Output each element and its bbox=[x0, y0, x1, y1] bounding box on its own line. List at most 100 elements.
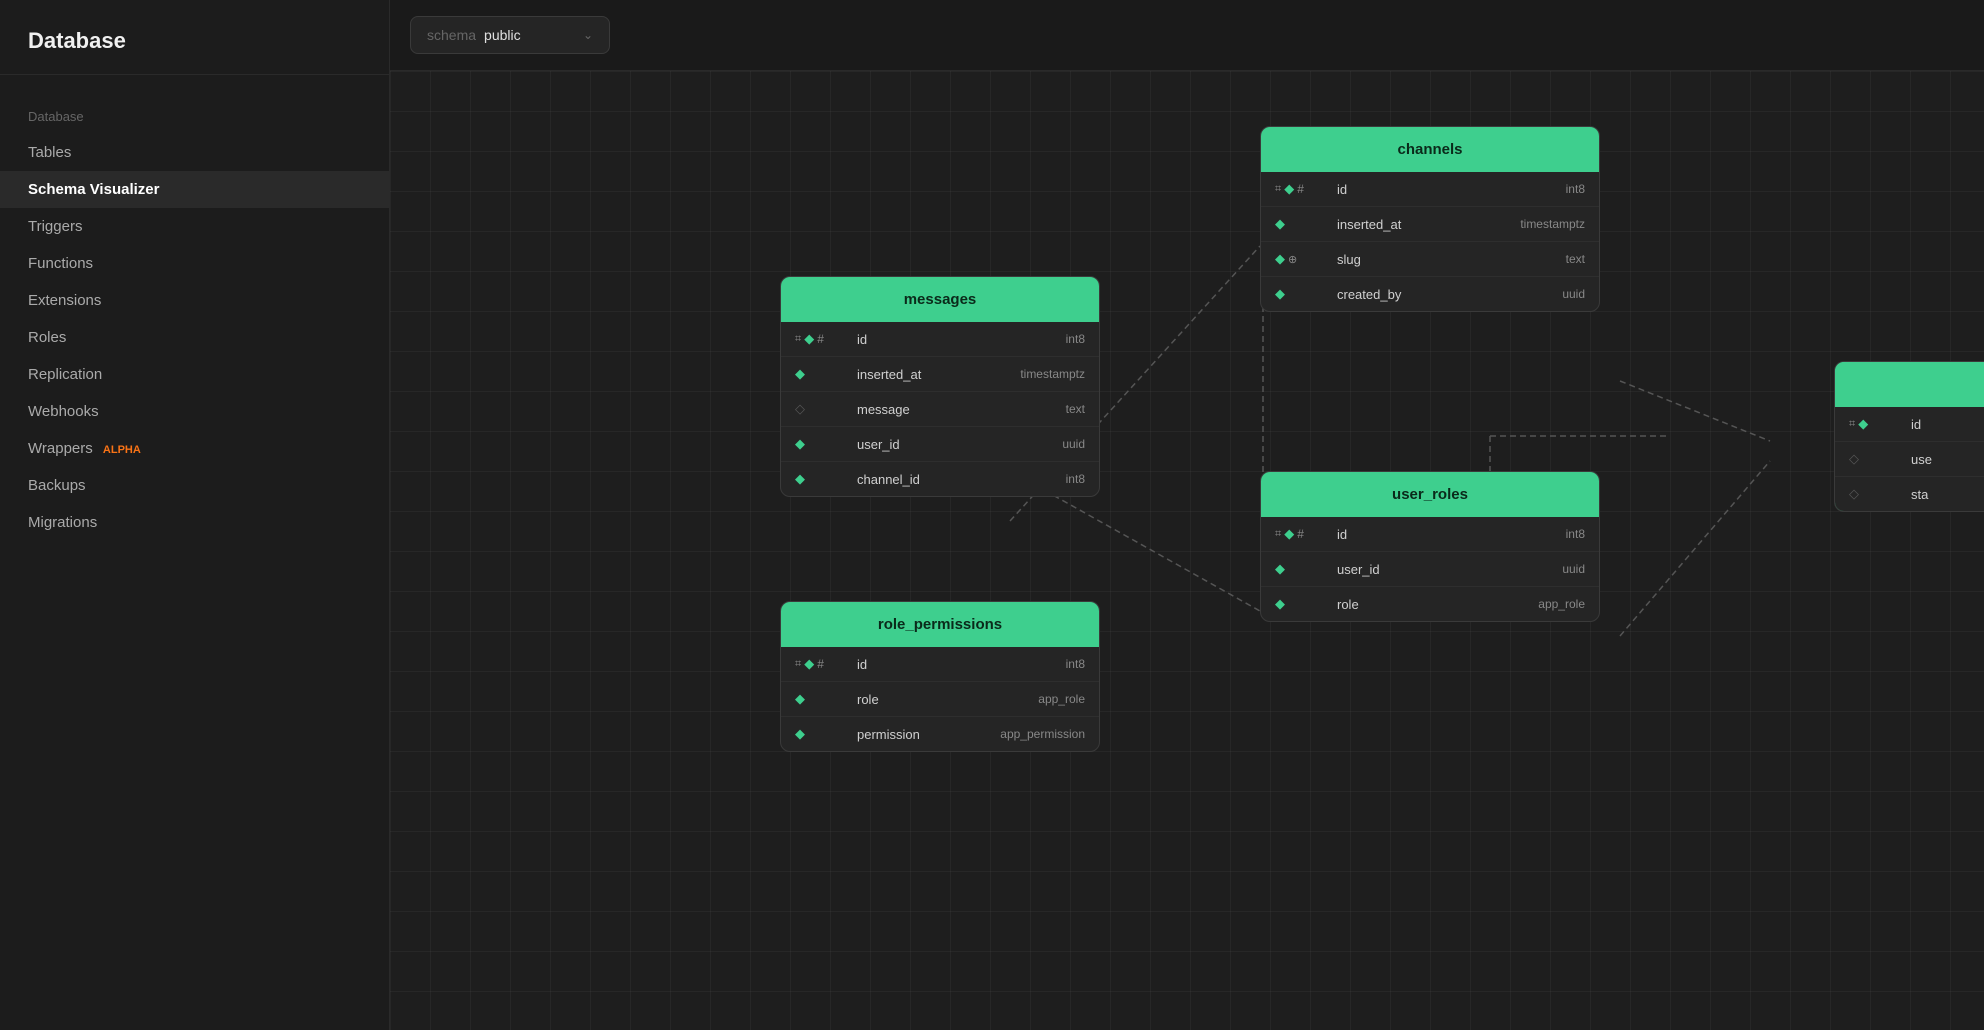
table-row: ⌗ ◆ # id int8 bbox=[1261, 517, 1599, 552]
field-type: uuid bbox=[1562, 562, 1585, 576]
chevron-down-icon: ⌄ bbox=[583, 28, 593, 42]
hash-icon: # bbox=[817, 332, 824, 346]
row-icons: ◆ bbox=[1275, 286, 1331, 302]
field-type: app_role bbox=[1538, 597, 1585, 611]
field-type: int8 bbox=[1066, 472, 1085, 486]
table-user-roles-header: user_roles bbox=[1261, 472, 1599, 517]
diamond-outline-icon: ◇ bbox=[795, 401, 805, 417]
field-type: text bbox=[1066, 402, 1085, 416]
row-icons: ◆ bbox=[1275, 561, 1331, 577]
sidebar-item-extensions[interactable]: Extensions bbox=[0, 282, 389, 319]
schema-canvas[interactable]: messages ⌗ ◆ # id int8 ◆ bbox=[390, 71, 1984, 1030]
table-role-permissions[interactable]: role_permissions ⌗ ◆ # id int8 ◆ bbox=[780, 601, 1100, 752]
row-icons: ◇ bbox=[1849, 451, 1905, 467]
table-user-roles[interactable]: user_roles ⌗ ◆ # id int8 ◆ bbox=[1260, 471, 1600, 622]
table-row: ◆ role app_role bbox=[781, 682, 1099, 717]
field-name: role bbox=[1337, 597, 1532, 612]
field-type: int8 bbox=[1066, 657, 1085, 671]
main-content: schema public ⌄ bbox=[390, 0, 1984, 1030]
field-name: id bbox=[1911, 417, 1970, 432]
field-name: permission bbox=[857, 727, 994, 742]
top-bar: schema public ⌄ bbox=[390, 0, 1984, 71]
diamond-filled-icon: ◆ bbox=[795, 471, 805, 487]
row-icons: ◆ bbox=[1275, 216, 1331, 232]
hash-icon: # bbox=[1297, 527, 1304, 541]
table-row: ◆ role app_role bbox=[1261, 587, 1599, 621]
field-name: role bbox=[857, 692, 1032, 707]
row-icons: ⌗ ◆ # bbox=[1275, 526, 1331, 542]
diamond-filled-icon: ◆ bbox=[804, 331, 814, 347]
field-type: int8 bbox=[1066, 332, 1085, 346]
sidebar-nav: Database Tables Schema Visualizer Trigge… bbox=[0, 75, 389, 557]
table-row: ◆ permission app_permission bbox=[781, 717, 1099, 751]
table-row: ◆ user_id uuid bbox=[781, 427, 1099, 462]
sidebar-item-webhooks[interactable]: Webhooks bbox=[0, 393, 389, 430]
sidebar-item-backups[interactable]: Backups bbox=[0, 467, 389, 504]
row-icons: ◆ bbox=[795, 726, 851, 742]
key-icon: ⌗ bbox=[1849, 418, 1855, 431]
diamond-filled-icon: ◆ bbox=[1284, 526, 1294, 542]
row-icons: ◆ bbox=[795, 471, 851, 487]
field-type: app_permission bbox=[1000, 727, 1085, 741]
row-icons: ◆ bbox=[795, 436, 851, 452]
field-type: timestamptz bbox=[1020, 367, 1085, 381]
field-name: message bbox=[857, 402, 1060, 417]
diamond-filled-icon: ◆ bbox=[1275, 286, 1285, 302]
sidebar-item-database: Database bbox=[0, 91, 389, 134]
diamond-outline-icon: ◇ bbox=[1849, 486, 1859, 502]
table-row: ⌗ ◆ # id int8 bbox=[1261, 172, 1599, 207]
row-icons: ◆ bbox=[795, 691, 851, 707]
field-type: timestamptz bbox=[1520, 217, 1585, 231]
table-row: ◆ user_id uuid bbox=[1261, 552, 1599, 587]
field-type: uuid bbox=[1562, 287, 1585, 301]
table-row: ⌗ ◆ id bbox=[1835, 407, 1984, 442]
fingerprint-icon: ⊕ bbox=[1288, 253, 1297, 266]
row-icons: ◇ bbox=[795, 401, 851, 417]
diamond-filled-icon: ◆ bbox=[1275, 596, 1285, 612]
diamond-filled-icon: ◆ bbox=[795, 691, 805, 707]
field-name: id bbox=[1337, 182, 1560, 197]
diamond-outline-icon: ◇ bbox=[1849, 451, 1859, 467]
diamond-filled-icon: ◆ bbox=[1275, 251, 1285, 267]
table-partial-right[interactable]: ⌗ ◆ id ◇ use ◇ bbox=[1834, 361, 1984, 512]
diamond-filled-icon: ◆ bbox=[1284, 181, 1294, 197]
field-type: text bbox=[1566, 252, 1585, 266]
field-type: app_role bbox=[1038, 692, 1085, 706]
sidebar-item-triggers[interactable]: Triggers bbox=[0, 208, 389, 245]
schema-value: public bbox=[484, 27, 575, 43]
row-icons: ⌗ ◆ bbox=[1849, 416, 1905, 432]
field-name: sta bbox=[1911, 487, 1970, 502]
sidebar-item-schema-visualizer[interactable]: Schema Visualizer bbox=[0, 171, 389, 208]
sidebar-item-roles[interactable]: Roles bbox=[0, 319, 389, 356]
schema-selector[interactable]: schema public ⌄ bbox=[410, 16, 610, 54]
sidebar: Database Database Tables Schema Visualiz… bbox=[0, 0, 390, 1030]
table-messages[interactable]: messages ⌗ ◆ # id int8 ◆ bbox=[780, 276, 1100, 497]
diamond-filled-icon: ◆ bbox=[804, 656, 814, 672]
table-row: ⌗ ◆ # id int8 bbox=[781, 647, 1099, 682]
table-role-permissions-header: role_permissions bbox=[781, 602, 1099, 647]
table-channels-header: channels bbox=[1261, 127, 1599, 172]
table-row: ◆ inserted_at timestamptz bbox=[781, 357, 1099, 392]
schema-label: schema bbox=[427, 27, 476, 43]
table-row: ◆ inserted_at timestamptz bbox=[1261, 207, 1599, 242]
sidebar-item-migrations[interactable]: Migrations bbox=[0, 504, 389, 541]
field-name: slug bbox=[1337, 252, 1560, 267]
field-name: channel_id bbox=[857, 472, 1060, 487]
key-icon: ⌗ bbox=[795, 658, 801, 671]
table-messages-header: messages bbox=[781, 277, 1099, 322]
field-type: int8 bbox=[1566, 527, 1585, 541]
sidebar-item-wrappers[interactable]: Wrappers ALPHA bbox=[0, 430, 389, 467]
diamond-filled-icon: ◆ bbox=[1275, 561, 1285, 577]
field-name: created_by bbox=[1337, 287, 1556, 302]
sidebar-item-replication[interactable]: Replication bbox=[0, 356, 389, 393]
sidebar-item-tables[interactable]: Tables bbox=[0, 134, 389, 171]
hash-icon: # bbox=[1297, 182, 1304, 196]
field-type: int8 bbox=[1566, 182, 1585, 196]
app-title: Database bbox=[0, 0, 389, 75]
sidebar-item-functions[interactable]: Functions bbox=[0, 245, 389, 282]
diamond-filled-icon: ◆ bbox=[1275, 216, 1285, 232]
table-partial-header bbox=[1835, 362, 1984, 407]
field-type: uuid bbox=[1062, 437, 1085, 451]
table-channels[interactable]: channels ⌗ ◆ # id int8 ◆ bbox=[1260, 126, 1600, 312]
diamond-filled-icon: ◆ bbox=[795, 436, 805, 452]
